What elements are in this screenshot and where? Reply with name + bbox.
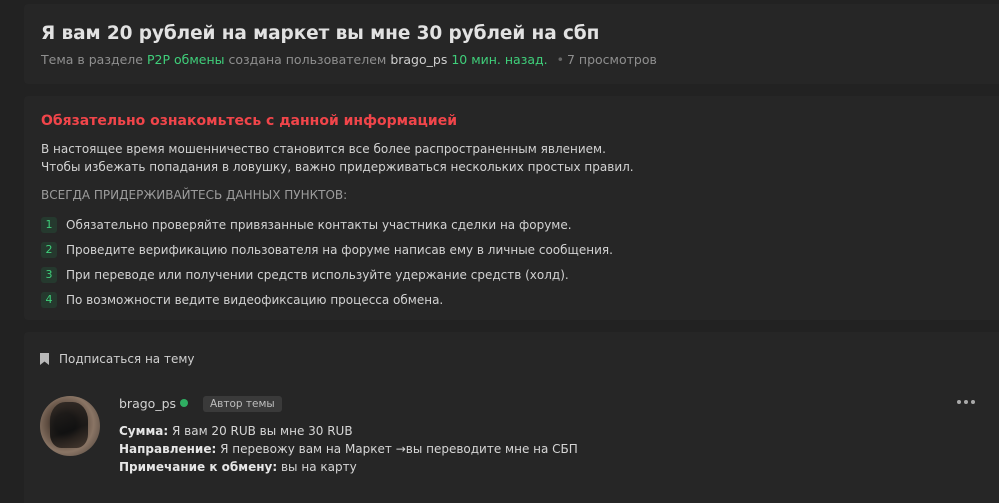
direction-row: Направление: Я перевожу вам на Маркет →в… [119,440,578,458]
more-dot [964,400,968,404]
section-link[interactable]: P2P обмены [147,52,225,67]
rules-list: 1 Обязательно проверяйте привязанные кон… [41,212,613,312]
amount-value: Я вам 20 RUB вы мне 30 RUB [171,424,353,438]
bookmark-icon [40,353,49,365]
rule-number: 3 [41,266,57,283]
amount-label: Сумма: [119,424,169,438]
rule-text: Проведите верификацию пользователя на фо… [66,242,613,257]
author-badge: Автор темы [203,396,282,412]
rule-number: 2 [41,241,57,258]
thread-meta: Тема в разделе P2P обмены создана пользо… [41,52,657,67]
views-count: 7 просмотров [567,52,657,67]
subscribe-label: Подписаться на тему [59,352,195,366]
avatar[interactable] [40,396,100,456]
rule-item: 3 При переводе или получении средств исп… [41,262,613,287]
author-link[interactable]: brago_ps [390,52,447,67]
note-value: вы на карту [280,460,357,474]
post-body: Сумма: Я вам 20 RUB вы мне 30 RUB Направ… [119,422,578,476]
rule-number: 4 [41,291,57,308]
warning-title: Обязательно ознакомьтесь с данной информ… [41,113,458,129]
rule-text: Обязательно проверяйте привязанные конта… [66,217,572,232]
subscribe-button[interactable]: Подписаться на тему [40,352,195,366]
meta-created: создана пользователем [228,52,387,67]
rule-item: 2 Проведите верификацию пользователя на … [41,237,613,262]
warning-line-2: Чтобы избежать попадания в ловушку, важн… [41,160,634,174]
online-status-icon [180,399,188,407]
rule-text: По возможности ведите видеофиксацию проц… [66,292,444,307]
direction-label: Направление: [119,442,217,456]
direction-value: Я перевожу вам на Маркет →вы переводите … [220,442,578,456]
thread-header: Я вам 20 рублей на маркет вы мне 30 рубл… [24,4,999,84]
rule-text: При переводе или получении средств испол… [66,267,569,282]
warning-text: В настоящее время мошенничество становит… [41,140,634,176]
post-username[interactable]: brago_ps [119,396,176,411]
post-time[interactable]: 10 мин. назад. [451,52,547,67]
meta-separator: • [556,52,564,67]
more-dot [971,400,975,404]
more-dot [957,400,961,404]
note-row: Примечание к обмену: вы на карту [119,458,578,476]
rule-item: 1 Обязательно проверяйте привязанные кон… [41,212,613,237]
thread-title: Я вам 20 рублей на маркет вы мне 30 рубл… [41,23,600,44]
amount-row: Сумма: Я вам 20 RUB вы мне 30 RUB [119,422,578,440]
meta-prefix: Тема в разделе [41,52,143,67]
rule-item: 4 По возможности ведите видеофиксацию пр… [41,287,613,312]
note-label: Примечание к обмену: [119,460,278,474]
post-block: Подписаться на тему brago_ps Автор темы … [24,332,999,503]
warning-line-1: В настоящее время мошенничество становит… [41,142,606,156]
warning-block: Обязательно ознакомьтесь с данной информ… [24,96,999,320]
rule-number: 1 [41,216,57,233]
more-icon[interactable] [957,396,975,408]
warning-subheading: ВСЕГДА ПРИДЕРЖИВАЙТЕСЬ ДАННЫХ ПУНКТОВ: [41,188,348,202]
